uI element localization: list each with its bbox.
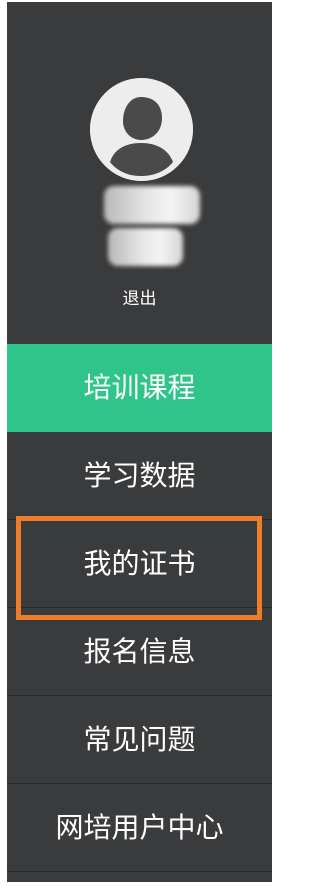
blurred-username-line bbox=[108, 228, 183, 266]
nav-item-my-certificates[interactable]: 我的证书 bbox=[7, 520, 272, 608]
nav-item-faq[interactable]: 常见问题 bbox=[7, 696, 272, 784]
nav-item-training-courses[interactable]: 培训课程 bbox=[7, 344, 272, 432]
sidebar-nav: 培训课程 学习数据 我的证书 报名信息 常见问题 网培用户中心 bbox=[7, 344, 272, 872]
sidebar: 退出 培训课程 学习数据 我的证书 报名信息 常见问题 网培用户中心 bbox=[7, 2, 272, 882]
nav-item-user-center[interactable]: 网培用户中心 bbox=[7, 784, 272, 872]
avatar[interactable] bbox=[90, 78, 193, 181]
blurred-username-line bbox=[104, 186, 200, 224]
user-profile: 退出 bbox=[7, 2, 272, 344]
blurred-username bbox=[104, 186, 200, 266]
nav-item-study-data[interactable]: 学习数据 bbox=[7, 432, 272, 520]
user-avatar-icon bbox=[90, 78, 193, 181]
logout-link[interactable]: 退出 bbox=[7, 284, 272, 309]
nav-item-registration-info[interactable]: 报名信息 bbox=[7, 608, 272, 696]
